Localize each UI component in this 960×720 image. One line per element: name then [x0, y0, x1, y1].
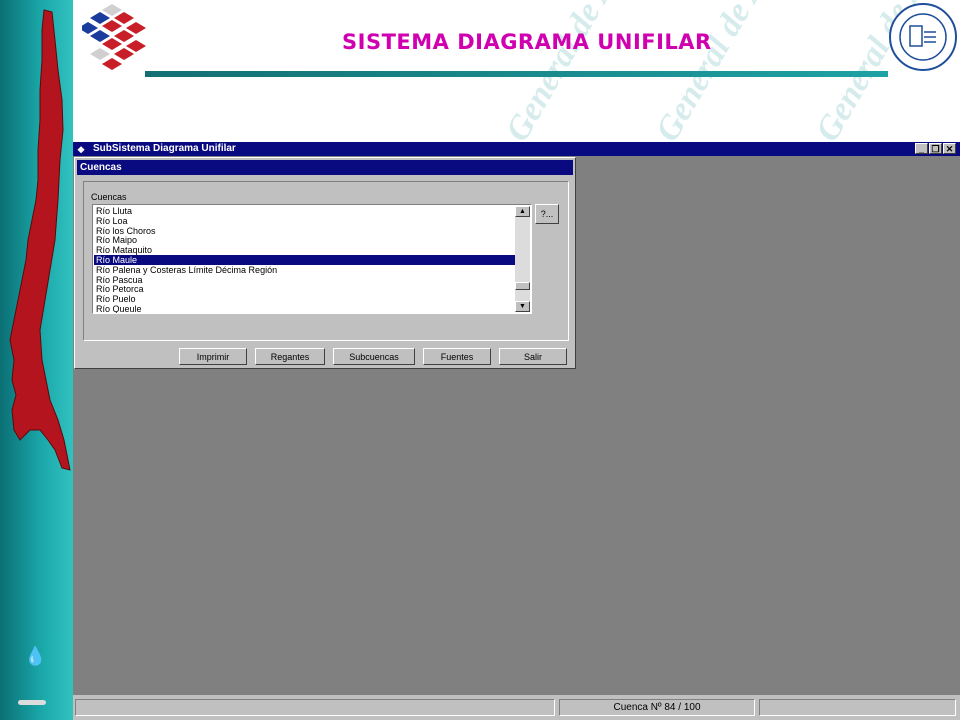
cuencas-listbox[interactable]: Río Lluta Río Loa Río los Choros Río Maipo R… [92, 204, 532, 314]
list-item[interactable]: Río Maule [94, 254, 516, 265]
list-item[interactable]: Río Palena y Costeras Límite Décima Regi… [94, 265, 516, 275]
app-title: SubSistema Diagrama Unifilar [93, 143, 236, 154]
water-drop-icon: 💧 [24, 646, 47, 666]
list-item[interactable]: Río Puelo [94, 294, 516, 304]
dialog-button-row: Imprimir Regantes Subcuencas Fuentes Sal… [179, 348, 567, 365]
subbasins-button[interactable]: Subcuencas [333, 348, 415, 365]
list-item[interactable]: Río Queule [94, 304, 516, 313]
title-underline [145, 71, 888, 77]
left-decor-strip: 💧 [0, 0, 73, 720]
list-item[interactable]: Río Mataquito [94, 245, 516, 255]
scroll-down-button[interactable]: ▼ [515, 301, 530, 312]
app-titlebar[interactable]: ❖ SubSistema Diagrama Unifilar _ ❐ ✕ [73, 142, 960, 156]
app-window: ❖ SubSistema Diagrama Unifilar _ ❐ ✕ Cue… [73, 142, 960, 720]
status-pane-right [759, 699, 956, 716]
minimize-button[interactable]: _ [915, 143, 928, 154]
status-pane-left [75, 699, 555, 716]
cuencas-dialog: Cuencas Cuencas Río Lluta Río Loa Río los … [74, 157, 576, 369]
chile-map-icon [9, 9, 71, 471]
slide-title: SISTEMA DIAGRAMA UNIFILAR [342, 30, 712, 54]
close-button[interactable]: ✕ [943, 143, 956, 154]
group-label: Cuencas [91, 192, 127, 202]
list-item[interactable]: Río Maipo [94, 235, 516, 245]
scroll-thumb[interactable] [515, 282, 530, 290]
list-item[interactable]: Río Pascua [94, 275, 516, 285]
list-item[interactable]: Río Petorca [94, 284, 516, 294]
vertical-scrollbar[interactable]: ▲ ▼ [515, 206, 530, 312]
scroll-up-button[interactable]: ▲ [515, 206, 530, 217]
print-button[interactable]: Imprimir [179, 348, 247, 365]
irrigators-button[interactable]: Regantes [255, 348, 325, 365]
sources-button[interactable]: Fuentes [423, 348, 491, 365]
help-button[interactable]: ?... [535, 204, 559, 224]
exit-button[interactable]: Salir [499, 348, 567, 365]
restore-button[interactable]: ❐ [929, 143, 942, 154]
list-items: Río Lluta Río Loa Río los Choros Río Maipo R… [94, 206, 516, 313]
dialog-titlebar[interactable]: Cuencas [77, 160, 573, 175]
status-bar: Cuenca Nº 84 / 100 [73, 695, 960, 720]
window-controls: _ ❐ ✕ [915, 143, 956, 154]
decor-dash [18, 700, 46, 705]
list-item[interactable]: Río Loa [94, 216, 516, 226]
government-logo-icon [82, 4, 146, 70]
list-item[interactable]: Río Lluta [94, 206, 516, 216]
app-icon[interactable]: ❖ [77, 143, 89, 155]
list-item[interactable]: Río los Choros [94, 226, 516, 236]
record-counter: Cuenca Nº 84 / 100 [559, 699, 755, 716]
dga-seal-icon [889, 3, 957, 71]
